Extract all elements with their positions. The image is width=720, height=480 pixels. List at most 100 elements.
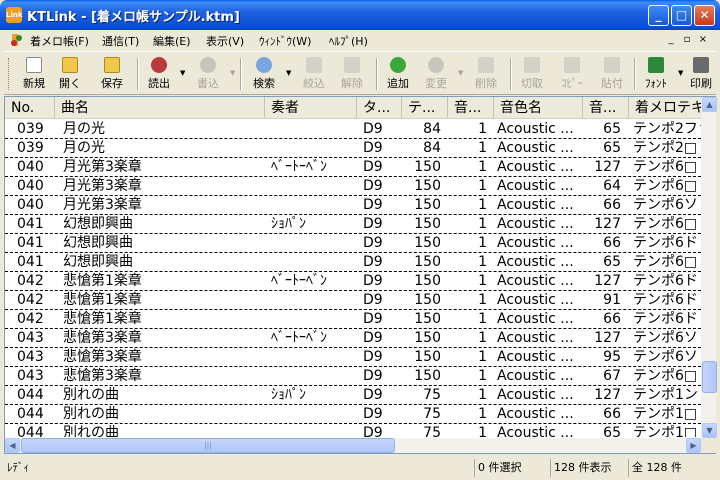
melody-list[interactable]: No. 曲名 奏者 タ... テ... 音... 音色名 音... 着メロテキス… xyxy=(4,96,717,454)
col-header-text[interactable]: 着メロテキスト xyxy=(629,97,701,118)
delete-button[interactable]: 削除 xyxy=(468,55,504,93)
cell-artist: ﾍﾞｰﾄｰﾍﾞﾝ xyxy=(271,330,327,346)
menu-comm[interactable]: 通信(T) xyxy=(102,33,139,49)
table-row[interactable]: 041 幻想即興曲 ｼｮﾊﾟﾝ D9 150 1 Acoustic ... 127 テンポ6□ xyxy=(5,215,701,234)
horizontal-scrollbar[interactable]: ◀ ||| ▶ xyxy=(5,438,701,453)
document-icon[interactable] xyxy=(8,32,24,48)
filter-label: 絞込 xyxy=(303,77,325,90)
table-row[interactable]: 040 月光第3楽章 D9 150 1 Acoustic ... 64 テンポ6□ xyxy=(5,177,701,196)
filter-button[interactable]: 絞込 xyxy=(296,55,332,93)
app-icon[interactable]: Link xyxy=(6,7,23,23)
new-button[interactable]: 新規 xyxy=(16,55,52,93)
table-row[interactable]: 042 悲愴第1楽章 ﾍﾞｰﾄｰﾍﾞﾝ D9 150 1 Acoustic ... 127 テン… xyxy=(5,272,701,291)
cell-t: D9 xyxy=(363,387,383,403)
change-dropdown-arrow[interactable]: ▼ xyxy=(458,70,464,77)
minimize-button[interactable]: _ xyxy=(648,5,669,26)
search-button[interactable]: 検索 xyxy=(246,55,282,93)
cell-n: 1 xyxy=(478,273,487,289)
table-row[interactable]: 041 幻想即興曲 D9 150 1 Acoustic ... 66 テンポ6ド xyxy=(5,234,701,253)
table-row[interactable]: 044 別れの曲 D9 75 1 Acoustic ... 65 テンポ1□ xyxy=(5,424,701,437)
table-row[interactable]: 043 悲愴第3楽章 D9 150 1 Acoustic ... 95 テンポ6ソ xyxy=(5,348,701,367)
table-row[interactable]: 043 悲愴第3楽章 ﾍﾞｰﾄｰﾍﾞﾝ D9 150 1 Acoustic ... 127 テン… xyxy=(5,329,701,348)
menu-window[interactable]: ｳｨﾝﾄﾞｳ(W) xyxy=(259,33,311,49)
table-row[interactable]: 044 別れの曲 ｼｮﾊﾟﾝ D9 75 1 Acoustic ... 127 テンポ1ン xyxy=(5,386,701,405)
cell-title: 月光第3楽章 xyxy=(63,159,142,175)
table-row[interactable]: 039 月の光 D9 84 1 Acoustic ... 65 テンポ2ファ xyxy=(5,121,701,139)
cell-no: 043 xyxy=(17,330,44,346)
add-button[interactable]: 追加 xyxy=(380,55,416,93)
font-button[interactable]: ﾌｫﾝﾄ xyxy=(638,55,674,93)
menu-edit[interactable]: 編集(E) xyxy=(153,33,191,49)
vertical-scrollbar[interactable]: ▲ ▼ xyxy=(701,97,717,438)
horizontal-scroll-thumb[interactable]: ||| xyxy=(21,438,395,453)
write-dropdown-arrow[interactable]: ▼ xyxy=(230,70,236,77)
scroll-right-button[interactable]: ▶ xyxy=(686,438,701,453)
cell-v: 127 xyxy=(594,387,621,403)
open-button[interactable]: 開く xyxy=(52,55,88,93)
menu-help[interactable]: ﾍﾙﾌﾟ(H) xyxy=(329,33,368,49)
table-row[interactable]: 040 月光第3楽章 D9 150 1 Acoustic ... 66 テンポ6ソ xyxy=(5,196,701,215)
table-row[interactable]: 042 悲愴第1楽章 D9 150 1 Acoustic ... 91 テンポ6ド xyxy=(5,291,701,310)
unfilter-button[interactable]: 解除 xyxy=(334,55,370,93)
cell-v: 67 xyxy=(603,368,621,384)
close-button[interactable]: ✕ xyxy=(694,5,715,26)
cell-text: テンポ6□ xyxy=(633,178,698,194)
table-row[interactable]: 040 月光第3楽章 ﾍﾞｰﾄｰﾍﾞﾝ D9 150 1 Acoustic ... 127 テン… xyxy=(5,158,701,177)
col-header-tempo[interactable]: テ... xyxy=(402,97,448,118)
menu-view[interactable]: 表示(V) xyxy=(206,33,244,49)
scroll-down-button[interactable]: ▼ xyxy=(702,423,717,438)
cell-artist: ﾍﾞｰﾄｰﾍﾞﾝ xyxy=(271,159,327,175)
cell-text: テンポ6ソ xyxy=(633,330,698,346)
maximize-button[interactable]: □ xyxy=(671,5,692,26)
read-dropdown-arrow[interactable]: ▼ xyxy=(180,70,186,77)
cell-title: 別れの曲 xyxy=(63,425,119,437)
phone-read-icon xyxy=(151,57,167,73)
col-header-note[interactable]: 音... xyxy=(448,97,494,118)
vertical-scroll-thumb[interactable] xyxy=(702,361,717,393)
list-header: No. 曲名 奏者 タ... テ... 音... 音色名 音... 着メロテキス… xyxy=(5,97,701,119)
paste-button[interactable]: 貼付 xyxy=(594,55,630,93)
table-row[interactable]: 044 別れの曲 D9 75 1 Acoustic ... 66 テンポ1□ xyxy=(5,405,701,424)
col-header-type[interactable]: タ... xyxy=(357,97,402,118)
toolbar: 新規 開く 保存 読出 ▼ 書込 ▼ 検索 ▼ 絞込 解除 追加 変更 ▼ 削除… xyxy=(4,51,716,95)
col-header-volume[interactable]: 音... xyxy=(583,97,629,118)
table-row[interactable]: 042 悲愴第1楽章 D9 150 1 Acoustic ... 66 テンポ6ド xyxy=(5,310,701,329)
cell-t: D9 xyxy=(363,311,383,327)
cell-tone: Acoustic ... xyxy=(497,349,574,365)
cell-text: テンポ6□ xyxy=(633,159,698,175)
window-title: KTLink - [着メロ帳サンプル.ktm] xyxy=(27,10,240,25)
table-row[interactable]: 043 悲愴第3楽章 D9 150 1 Acoustic ... 67 テンポ6□ xyxy=(5,367,701,386)
col-header-no[interactable]: No. xyxy=(5,97,55,118)
scroll-up-button[interactable]: ▲ xyxy=(702,97,717,112)
cell-tempo: 150 xyxy=(414,197,441,213)
mdi-restore-button[interactable]: ▫ xyxy=(680,33,694,46)
write-button[interactable]: 書込 xyxy=(190,55,226,93)
read-button[interactable]: 読出 xyxy=(141,55,177,93)
table-row[interactable]: 039 月の光 D9 84 1 Acoustic ... 65 テンポ2□ xyxy=(5,139,701,158)
save-button[interactable]: 保存 xyxy=(94,55,130,93)
cell-tempo: 150 xyxy=(414,235,441,251)
cell-v: 65 xyxy=(603,140,621,156)
cell-artist xyxy=(271,367,355,385)
search-icon xyxy=(256,57,272,73)
cut-icon xyxy=(524,57,540,73)
font-dropdown-arrow[interactable]: ▼ xyxy=(678,70,684,77)
title-bar[interactable]: Link KTLink - [着メロ帳サンプル.ktm] _ □ ✕ xyxy=(0,0,720,30)
toolbar-grip[interactable] xyxy=(8,58,11,90)
mdi-minimize-button[interactable]: _ xyxy=(664,33,678,46)
col-header-tone[interactable]: 音色名 xyxy=(494,97,583,118)
search-dropdown-arrow[interactable]: ▼ xyxy=(286,70,292,77)
mdi-close-button[interactable]: × xyxy=(696,33,710,46)
col-header-artist[interactable]: 奏者 xyxy=(265,97,357,118)
change-button[interactable]: 変更 xyxy=(418,55,454,93)
menu-file[interactable]: 着メロ帳(F) xyxy=(30,33,89,49)
col-header-title[interactable]: 曲名 xyxy=(55,97,265,118)
print-button[interactable]: 印刷 xyxy=(686,55,716,93)
cell-title: 月の光 xyxy=(63,121,105,137)
cell-v: 64 xyxy=(603,178,621,194)
scroll-left-button[interactable]: ◀ xyxy=(5,438,20,453)
cut-button[interactable]: 切取 xyxy=(514,55,550,93)
app-window: Link KTLink - [着メロ帳サンプル.ktm] _ □ ✕ 着メロ帳(… xyxy=(0,0,720,480)
table-row[interactable]: 041 幻想即興曲 D9 150 1 Acoustic ... 65 テンポ6□ xyxy=(5,253,701,272)
copy-button[interactable]: ｺﾋﾟｰ xyxy=(554,55,590,93)
